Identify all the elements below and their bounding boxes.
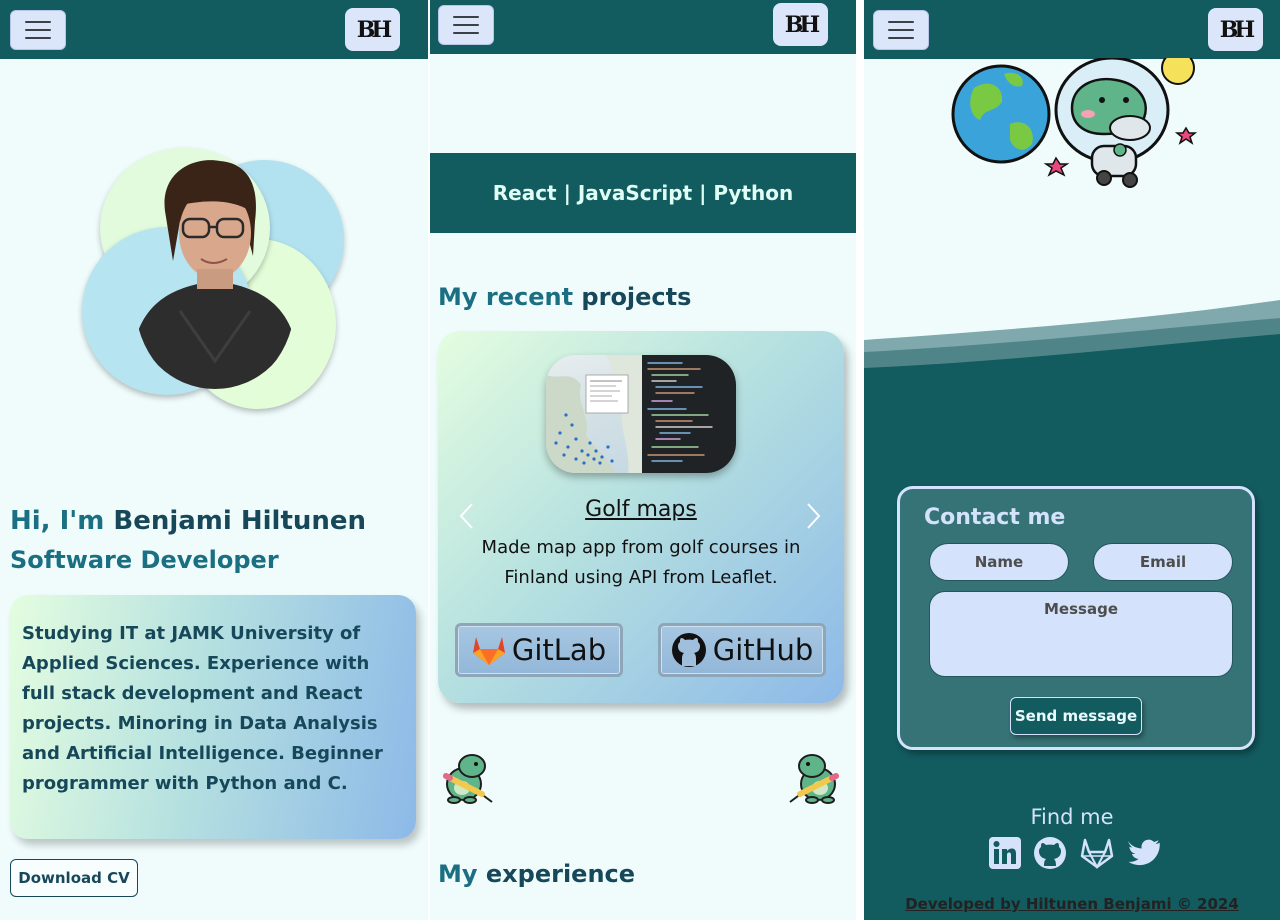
- navbar: BH: [430, 0, 856, 54]
- logo-button[interactable]: BH: [773, 3, 828, 46]
- send-message-button[interactable]: Send message: [1010, 697, 1142, 735]
- project-thumbnail: [546, 355, 736, 473]
- navbar: BH: [0, 0, 428, 59]
- github-label: GitHub: [712, 633, 814, 667]
- gitlab-icon[interactable]: [1080, 836, 1114, 870]
- linkedin-icon[interactable]: [988, 836, 1022, 870]
- gitlab-label: GitLab: [511, 633, 607, 667]
- twitter-icon[interactable]: [1128, 836, 1162, 870]
- map-screenshot: [546, 355, 642, 473]
- projects-panel: BH React | JavaScript | Python My recent…: [430, 0, 856, 920]
- contact-title: Contact me: [924, 505, 1066, 530]
- hero-role: Software Developer: [10, 546, 279, 574]
- project-card: Golf maps Made map app from golf courses…: [438, 331, 844, 703]
- email-field[interactable]: Email: [1093, 543, 1233, 581]
- projects-heading: My recent projects: [438, 283, 692, 311]
- hero-name: Benjami Hiltunen: [113, 506, 367, 536]
- experience-heading: My experience: [438, 860, 636, 888]
- gitlab-icon: [472, 637, 505, 665]
- github-icon[interactable]: [1033, 836, 1067, 870]
- hamburger-icon: [888, 21, 914, 23]
- github-button[interactable]: GitHub: [658, 623, 826, 677]
- project-title[interactable]: Golf maps: [438, 497, 844, 522]
- about-text: Studying IT at JAMK University of Applie…: [22, 623, 383, 794]
- profile-photo: [135, 151, 295, 389]
- logo-button[interactable]: BH: [345, 8, 400, 51]
- skills-banner: React | JavaScript | Python: [430, 153, 856, 233]
- profile-graphic: [0, 59, 428, 479]
- find-me-heading: Find me: [1030, 805, 1114, 829]
- hero-heading: Hi, I'm Benjami Hiltunen: [10, 506, 366, 536]
- menu-toggle-button[interactable]: [438, 5, 494, 45]
- project-description: Made map app from golf courses in Finlan…: [481, 537, 801, 588]
- contact-form: Contact me Name Email Message Send messa…: [897, 486, 1255, 750]
- about-card: Studying IT at JAMK University of Applie…: [10, 595, 416, 839]
- gitlab-button[interactable]: GitLab: [455, 623, 623, 677]
- astronaut-dino-illustration: [951, 58, 1198, 188]
- code-screenshot: [642, 355, 736, 473]
- home-panel: BH Hi, I'm Benjami Hiltunen Software Dev…: [0, 0, 428, 920]
- hero-greeting: Hi, I'm: [10, 506, 114, 536]
- github-icon: [671, 633, 706, 667]
- navbar: BH: [864, 0, 1280, 59]
- name-field[interactable]: Name: [929, 543, 1069, 581]
- menu-toggle-button[interactable]: [10, 10, 66, 50]
- hamburger-icon: [25, 21, 51, 23]
- hamburger-icon: [453, 16, 479, 18]
- dino-pencil-icon: [789, 754, 839, 804]
- download-cv-button[interactable]: Download CV: [10, 859, 138, 897]
- contact-panel: BH Contact me Name Email Message Send me…: [864, 0, 1280, 920]
- logo-button[interactable]: BH: [1208, 8, 1263, 51]
- message-field[interactable]: Message: [929, 591, 1233, 677]
- dino-pencil-icon: [443, 754, 493, 804]
- menu-toggle-button[interactable]: [873, 10, 929, 50]
- footer-credit[interactable]: Developed by Hiltunen Benjami © 2024: [864, 895, 1280, 913]
